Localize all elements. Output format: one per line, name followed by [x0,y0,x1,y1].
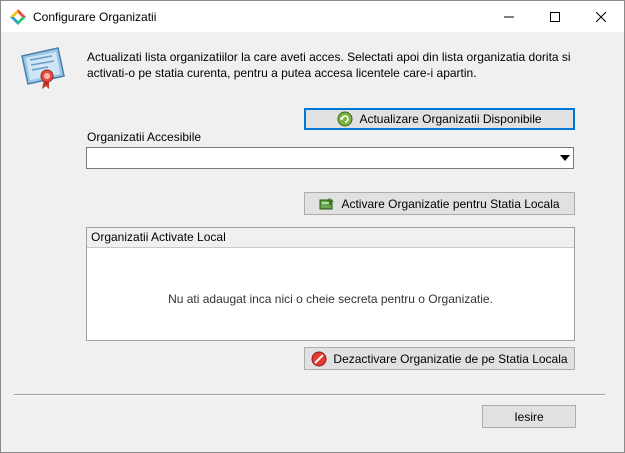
refresh-organizations-button[interactable]: Actualizare Organizatii Disponibile [304,108,575,130]
close-button[interactable] [578,1,624,32]
deactivate-button-label: Dezactivare Organizatie de pe Statia Loc… [333,351,568,366]
refresh-icon [337,111,353,127]
activate-organization-button[interactable]: Activare Organizatie pentru Statia Local… [304,192,575,215]
maximize-button[interactable] [532,1,578,32]
certificate-icon [21,47,65,89]
refresh-button-label: Actualizare Organizatii Disponibile [359,112,542,126]
dialog-content: Actualizati lista organizatiilor la care… [1,32,624,452]
deactivate-organization-button[interactable]: Dezactivare Organizatie de pe Statia Loc… [304,347,575,370]
activated-list-header: Organizatii Activate Local [87,228,574,248]
maximize-icon [550,11,560,22]
organizations-dropdown[interactable] [86,147,574,169]
dialog-window: Configurare Organizatii Actualizati list… [0,0,625,453]
window-title: Configurare Organizatii [33,10,157,24]
deactivate-icon [311,351,327,366]
colorful-diamond-icon [10,9,26,25]
close-icon [596,11,606,22]
chevron-down-icon [560,155,570,161]
empty-list-message: Nu ati adaugat inca nici o cheie secreta… [168,292,493,306]
footer-separator [14,394,605,396]
activate-button-label: Activare Organizatie pentru Statia Local… [341,196,560,211]
accessible-label: Organizatii Accesibile [87,130,202,144]
title-bar[interactable]: Configurare Organizatii [1,1,624,32]
activate-icon [319,197,335,209]
exit-button-label: Iesire [514,409,544,424]
minimize-button[interactable] [486,1,532,32]
intro-text: Actualizati lista organizatiilor la care… [87,50,571,80]
exit-button[interactable]: Iesire [482,405,576,428]
minimize-icon [504,16,514,17]
activated-organizations-list[interactable]: Organizatii Activate Local Nu ati adauga… [86,227,575,341]
